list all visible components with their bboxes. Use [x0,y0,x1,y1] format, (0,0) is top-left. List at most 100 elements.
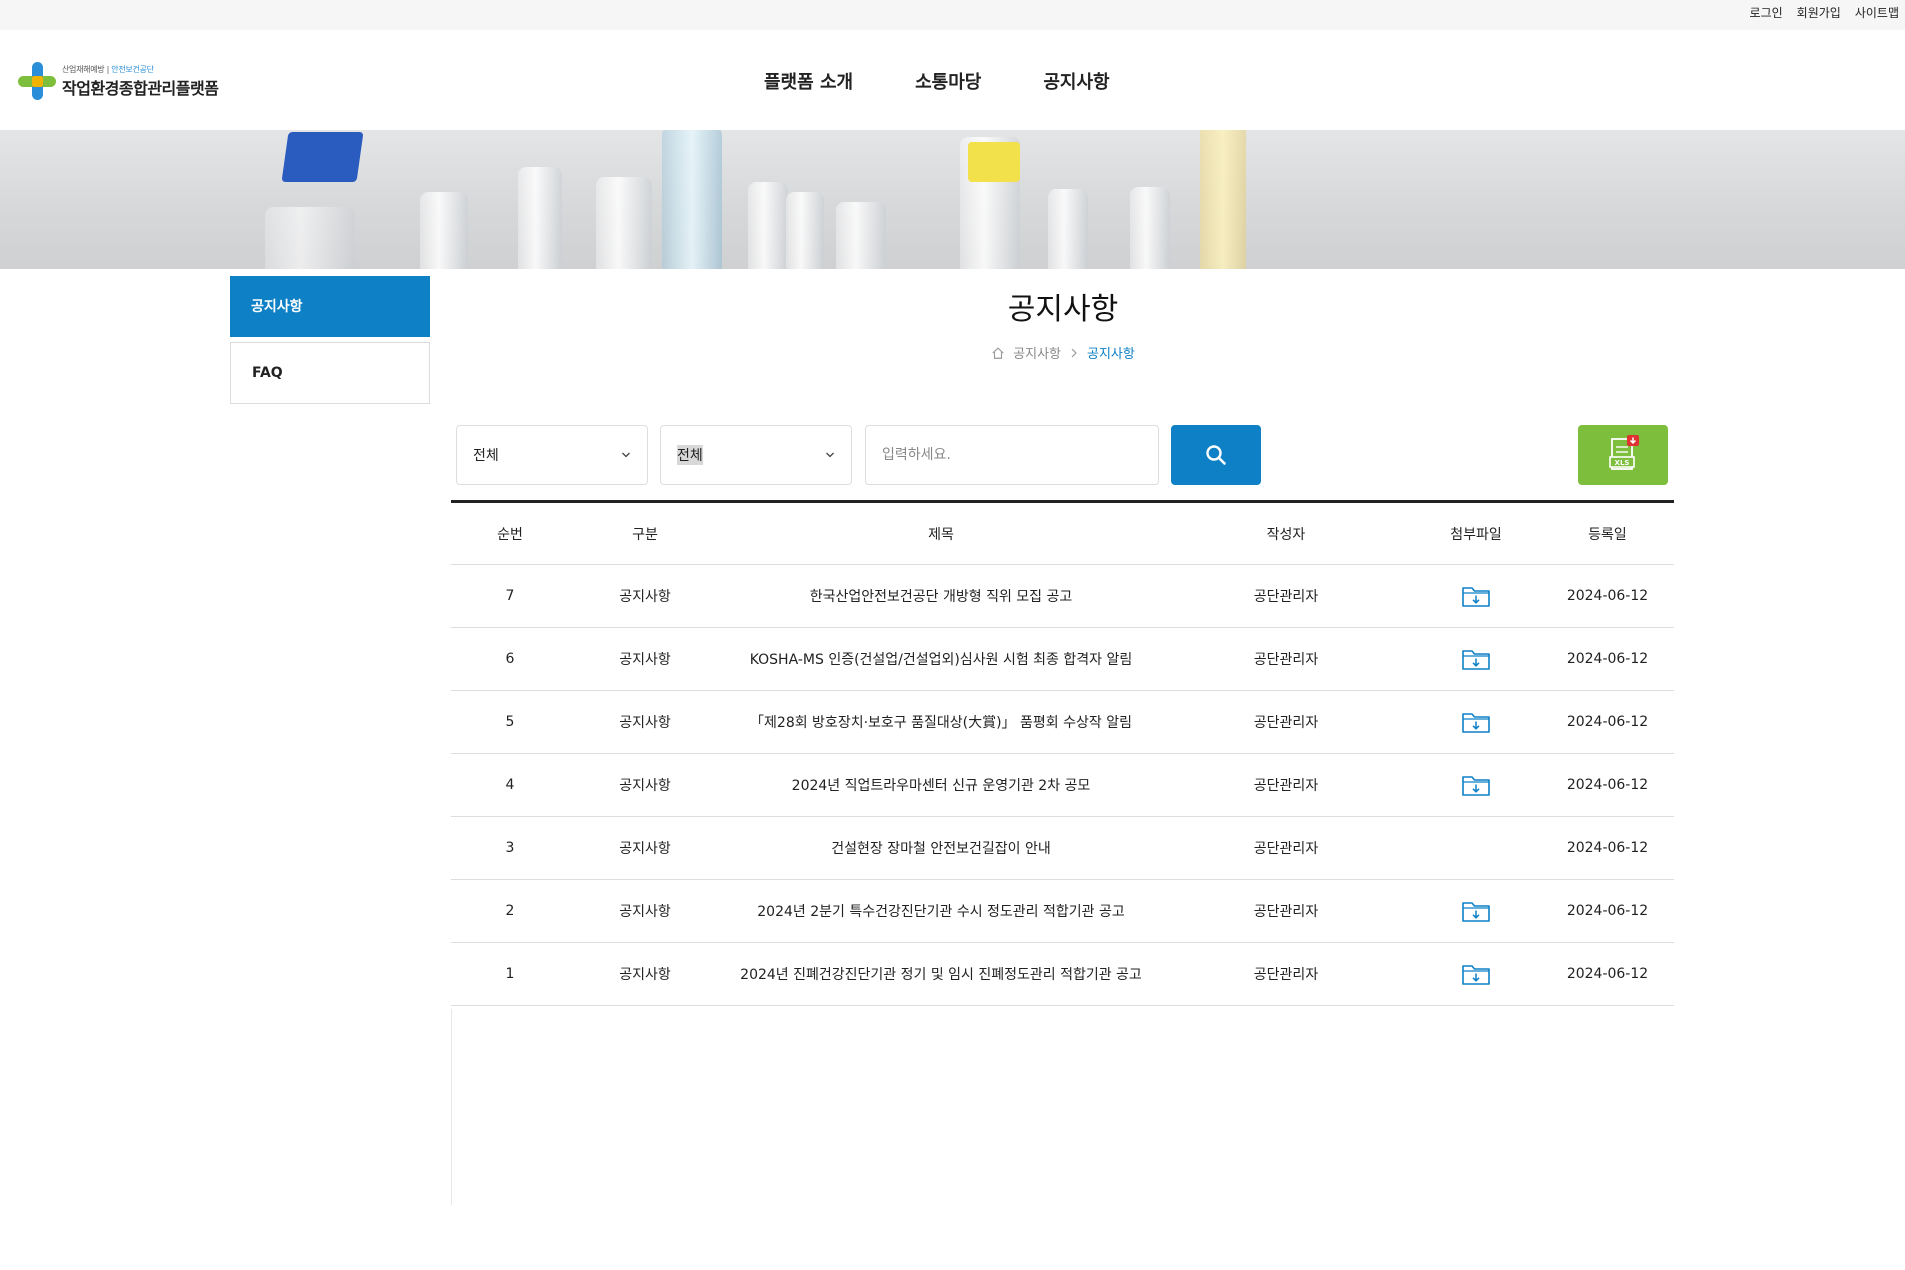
row-date: 2024-06-12 [1541,627,1674,691]
utility-links: 로그인 회원가입 사이트맵 [1750,4,1899,21]
site-header: 산업재해예방 | 안전보건공단 작업환경종합관리플랫폼 플랫폼 소개 소통마당 … [0,30,1905,130]
table-row[interactable]: 2 공지사항 2024년 2분기 특수건강진단기관 수시 정도관리 적합기관 공고 공… [451,879,1674,943]
row-author: 공단관리자 [1161,690,1411,754]
row-number: 2 [451,879,569,943]
column-header: 등록일 [1541,501,1674,565]
row-date: 2024-06-12 [1541,816,1674,880]
breadcrumb-item[interactable]: 공지사항 [1013,343,1061,362]
main-navigation: 플랫폼 소개 소통마당 공지사항 [764,68,1110,94]
category-select-2[interactable]: 전체 [660,425,852,485]
row-title[interactable]: 한국산업안전보건공단 개방형 직위 모집 공고 [721,564,1161,628]
row-attachment [1411,564,1541,628]
breadcrumb-current: 공지사항 [1087,347,1135,362]
sidebar-item-faq[interactable]: FAQ [230,342,430,404]
row-title[interactable]: 「제28회 방호장치·보호구 품질대상(大賞)」 품평회 수상작 알림 [721,690,1161,754]
site-logo[interactable]: 산업재해예방 | 안전보건공단 작업환경종합관리플랫폼 [18,62,219,100]
row-category: 공지사항 [569,690,721,754]
row-attachment [1411,627,1541,691]
nav-community[interactable]: 소통마당 [915,68,981,94]
row-author: 공단관리자 [1161,753,1411,817]
row-number: 3 [451,816,569,880]
sidebar-item-notice[interactable]: 공지사항 [230,276,430,337]
signup-link[interactable]: 회원가입 [1797,4,1841,21]
folder-download-icon[interactable] [1461,962,1491,986]
row-number: 7 [451,564,569,628]
table-row[interactable]: 1 공지사항 2024년 진폐건강진단기관 정기 및 임시 진폐정도관리 적합기관 … [451,942,1674,1006]
row-attachment [1411,942,1541,1006]
row-category: 공지사항 [569,627,721,691]
nav-platform-intro[interactable]: 플랫폼 소개 [764,68,853,94]
column-header: 첨부파일 [1411,501,1541,565]
login-link[interactable]: 로그인 [1750,4,1783,21]
table-row[interactable]: 7 공지사항 한국산업안전보건공단 개방형 직위 모집 공고 공단관리자 2024-06… [451,564,1674,628]
excel-label: XLS [1615,459,1630,467]
row-attachment [1411,816,1541,880]
row-attachment [1411,753,1541,817]
folder-download-icon[interactable] [1461,899,1491,923]
table-row[interactable]: 3 공지사항 건설현장 장마철 안전보건길잡이 안내 공단관리자 2024-06-12 [451,816,1674,880]
row-date: 2024-06-12 [1541,753,1674,817]
logo-subtitle: 산업재해예방 | 안전보건공단 [62,64,154,74]
row-author: 공단관리자 [1161,942,1411,1006]
page-banner-image [0,130,1905,269]
select-value: 전체 [677,445,703,465]
row-category: 공지사항 [569,564,721,628]
row-number: 6 [451,627,569,691]
column-header: 구분 [569,501,721,565]
table-row[interactable]: 4 공지사항 2024년 직업트라우마센터 신규 운영기관 2차 공모 공단관리자 20… [451,753,1674,817]
row-category: 공지사항 [569,753,721,817]
home-icon[interactable] [991,346,1005,360]
logo-cross-icon [18,62,56,100]
utility-bar: 로그인 회원가입 사이트맵 [0,0,1905,30]
excel-file-icon: XLS [1609,435,1639,470]
folder-download-icon[interactable] [1461,584,1491,608]
select-value: 전체 [473,448,499,464]
content-divider [451,1009,452,1205]
search-icon [1206,445,1226,465]
row-category: 공지사항 [569,879,721,943]
page-title: 공지사항 [1007,292,1119,327]
row-author: 공단관리자 [1161,816,1411,880]
row-author: 공단관리자 [1161,627,1411,691]
breadcrumb: 공지사항 공지사항 [452,343,1674,362]
row-author: 공단관리자 [1161,564,1411,628]
table-row[interactable]: 5 공지사항 「제28회 방호장치·보호구 품질대상(大賞)」 품평회 수상작 알림… [451,690,1674,754]
row-date: 2024-06-12 [1541,690,1674,754]
excel-download-button[interactable]: XLS [1578,425,1668,485]
search-button[interactable] [1171,425,1261,485]
row-title[interactable]: 2024년 직업트라우마센터 신규 운영기관 2차 공모 [721,753,1161,817]
sitemap-link[interactable]: 사이트맵 [1855,4,1899,21]
table-body: 7 공지사항 한국산업안전보건공단 개방형 직위 모집 공고 공단관리자 2024-06… [451,564,1674,1006]
row-date: 2024-06-12 [1541,564,1674,628]
row-title[interactable]: 2024년 진폐건강진단기관 정기 및 임시 진폐정도관리 적합기관 공고 [721,942,1161,1006]
column-header: 작성자 [1161,501,1411,565]
row-author: 공단관리자 [1161,879,1411,943]
row-category: 공지사항 [569,942,721,1006]
column-header: 제목 [721,501,1161,565]
row-attachment [1411,879,1541,943]
chevron-down-icon [622,452,630,458]
row-number: 5 [451,690,569,754]
table-header-row: 순번 구분 제목 작성자 첨부파일 등록일 [451,501,1674,565]
row-number: 4 [451,753,569,817]
nav-notice[interactable]: 공지사항 [1043,68,1109,94]
column-header: 순번 [451,501,569,565]
row-attachment [1411,690,1541,754]
category-select-1[interactable]: 전체 [456,425,648,485]
notice-table: 순번 구분 제목 작성자 첨부파일 등록일 7 공지사항 한국산업안전보건공단 개방… [451,500,1674,1006]
row-date: 2024-06-12 [1541,879,1674,943]
row-title[interactable]: 2024년 2분기 특수건강진단기관 수시 정도관리 적합기관 공고 [721,879,1161,943]
table-row[interactable]: 6 공지사항 KOSHA-MS 인증(건설업/건설업외)심사원 시험 최종 합격자 … [451,627,1674,691]
folder-download-icon[interactable] [1461,773,1491,797]
logo-title: 작업환경종합관리플랫폼 [62,78,219,98]
folder-download-icon[interactable] [1461,710,1491,734]
chevron-down-icon [826,452,834,458]
row-title[interactable]: 건설현장 장마철 안전보건길잡이 안내 [721,816,1161,880]
search-input[interactable] [865,425,1159,485]
folder-download-icon[interactable] [1461,647,1491,671]
row-date: 2024-06-12 [1541,942,1674,1006]
row-number: 1 [451,942,569,1006]
row-title[interactable]: KOSHA-MS 인증(건설업/건설업외)심사원 시험 최종 합격자 알림 [721,627,1161,691]
row-category: 공지사항 [569,816,721,880]
chevron-right-icon [1071,348,1077,357]
